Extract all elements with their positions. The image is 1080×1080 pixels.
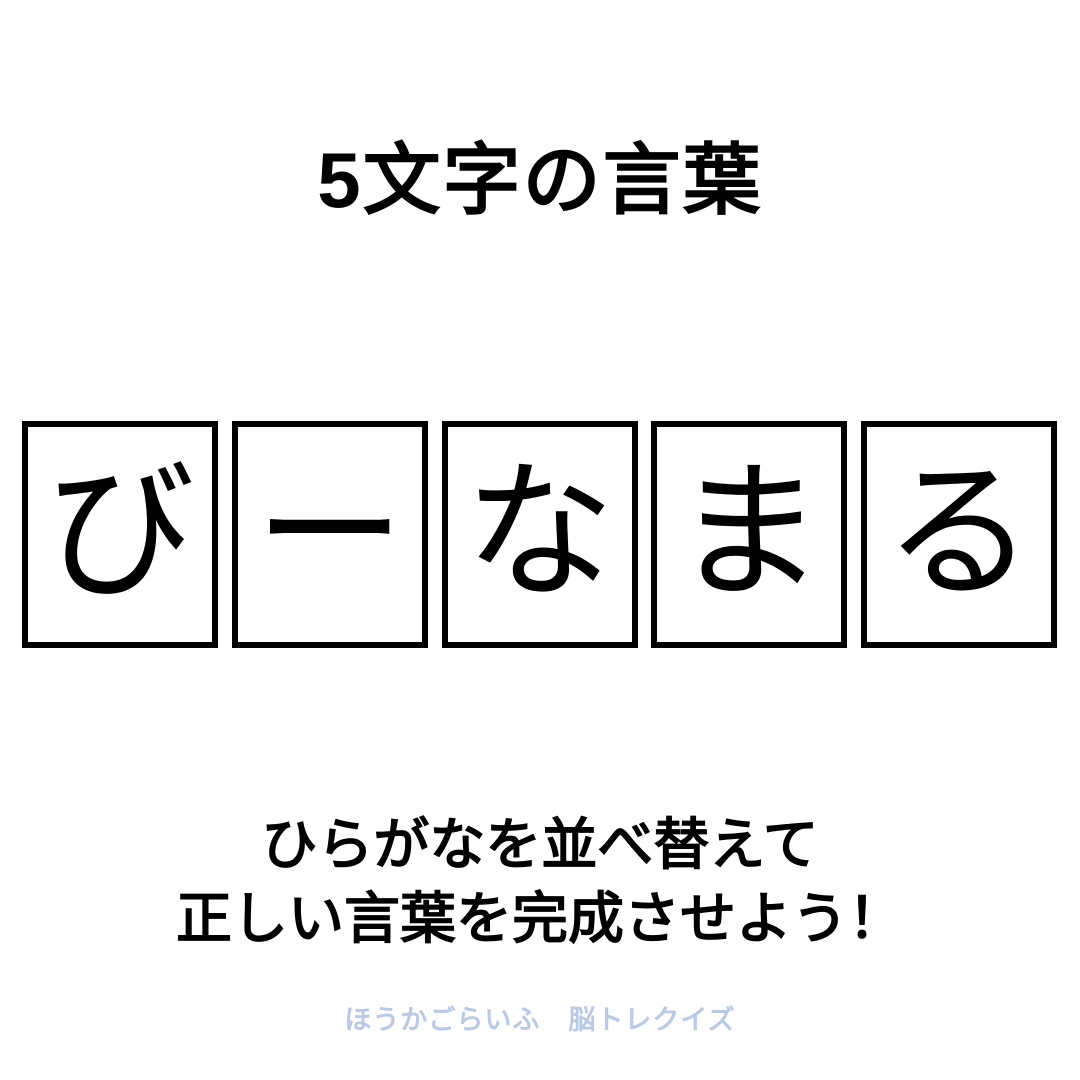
tile-letter-choon: ー (254, 445, 405, 620)
quiz-card: 5文字の言葉 び ー な ま る ひらがなを並べ替えて 正しい言葉を完成させよう… (0, 0, 1080, 1080)
tile-letter-ru: る (883, 445, 1034, 620)
footer-credit: ほうかごらいふ 脳トレクイズ (344, 1005, 736, 1035)
instruction-text: ひらがなを並べ替えて 正しい言葉を完成させよう！ (0, 808, 1080, 956)
letter-tile-2[interactable]: ー (231, 421, 428, 648)
letter-tile-5[interactable]: る (861, 421, 1057, 648)
letter-tile-1[interactable]: び (22, 421, 218, 648)
page-title: 5文字の言葉 (317, 136, 763, 224)
tile-letter-bi: び (44, 445, 195, 620)
instruction-line-1: ひらがなを並べ替えて (261, 813, 819, 876)
letter-tile-3[interactable]: な (441, 421, 638, 648)
letter-tile-row: び ー な ま る (22, 421, 1057, 648)
tile-letter-na: な (464, 445, 615, 620)
letter-tile-4[interactable]: ま (651, 421, 848, 648)
tile-letter-ma: ま (674, 445, 825, 620)
instruction-line-2: 正しい言葉を完成させよう！ (176, 886, 904, 950)
